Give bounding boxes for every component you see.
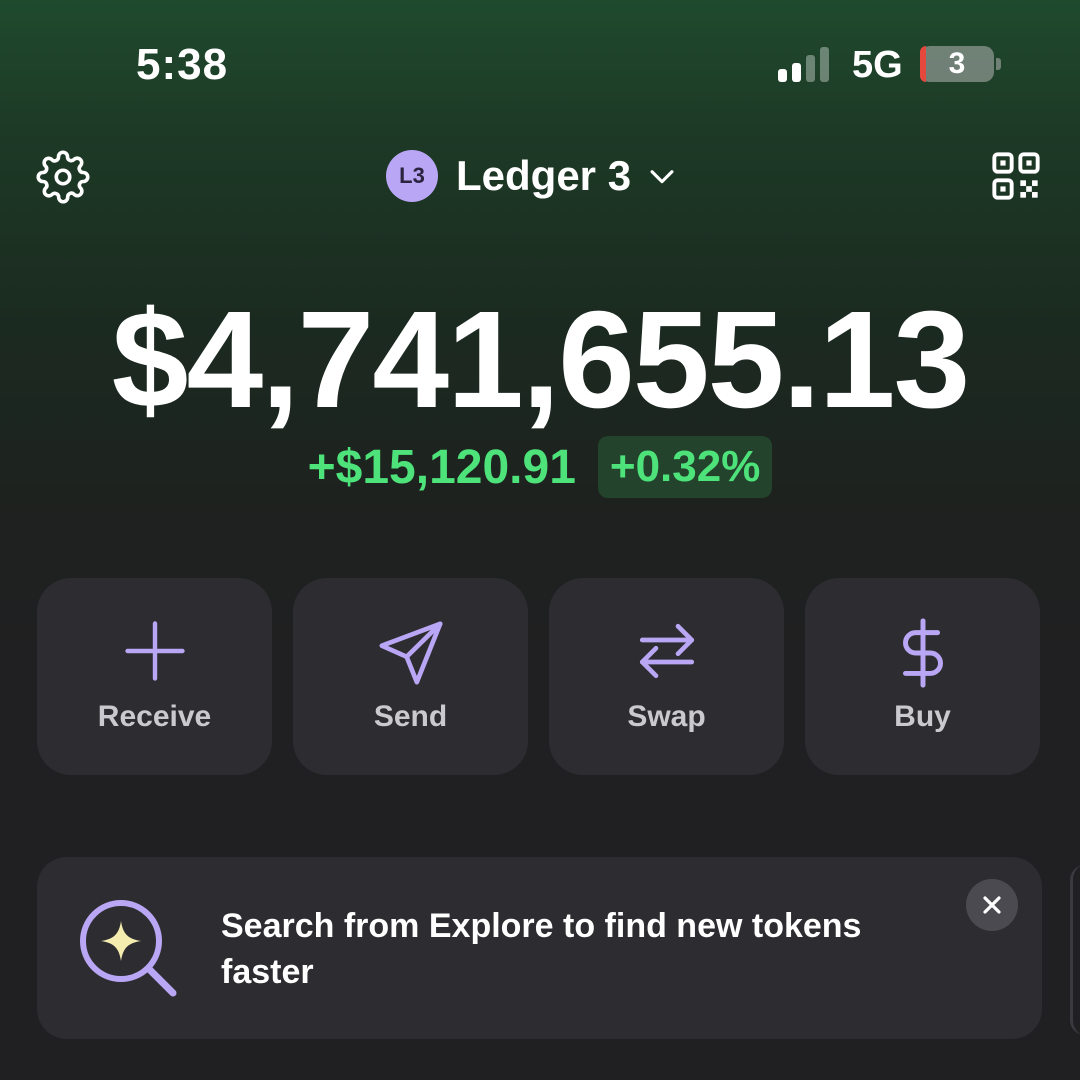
search-sparkle-icon xyxy=(80,900,177,997)
account-switcher[interactable]: L3 Ledger 3 xyxy=(386,148,679,204)
close-icon xyxy=(983,896,1001,914)
send-button[interactable]: Send xyxy=(293,578,528,775)
qr-code-icon xyxy=(992,152,1040,200)
change-amount: +$15,120.91 xyxy=(307,440,576,494)
plus-icon xyxy=(124,621,185,681)
account-name: Ledger 3 xyxy=(456,152,632,199)
buy-label: Buy xyxy=(894,700,951,733)
qr-code-button[interactable] xyxy=(990,150,1042,202)
send-label: Send xyxy=(373,700,448,733)
dollar-icon xyxy=(902,618,943,688)
explore-banner[interactable]: Search from Explore to find new tokens f… xyxy=(37,857,1042,1039)
buy-button[interactable]: Buy xyxy=(805,578,1040,775)
receive-label: Receive xyxy=(97,700,212,733)
close-banner-button[interactable] xyxy=(966,879,1018,931)
receive-button[interactable]: Receive xyxy=(37,578,272,775)
portfolio-balance: $4,741,655.13 xyxy=(111,283,971,437)
avatar: L3 xyxy=(386,150,438,202)
paper-plane-icon xyxy=(379,621,442,685)
action-buttons: Receive Send Swap Buy xyxy=(37,578,1040,775)
swap-arrows-icon xyxy=(639,623,694,679)
cellular-signal-icon xyxy=(778,46,829,82)
banner-text: Search from Explore to find new tokens f… xyxy=(221,907,862,991)
network-type: 5G xyxy=(852,44,903,86)
gear-icon xyxy=(36,150,90,204)
balance-change: +$15,120.91 +0.32% xyxy=(0,436,1080,498)
chevron-down-icon xyxy=(650,170,674,184)
battery-icon: 3 xyxy=(920,46,994,82)
change-percent-badge: +0.32% xyxy=(597,436,773,498)
swap-label: Swap xyxy=(627,700,706,733)
battery-level: 3 xyxy=(948,47,966,80)
settings-button[interactable] xyxy=(36,150,90,204)
battery-tip xyxy=(996,58,1001,70)
swap-button[interactable]: Swap xyxy=(549,578,784,775)
status-time: 5:38 xyxy=(136,40,229,89)
next-card-edge xyxy=(1070,865,1080,1035)
